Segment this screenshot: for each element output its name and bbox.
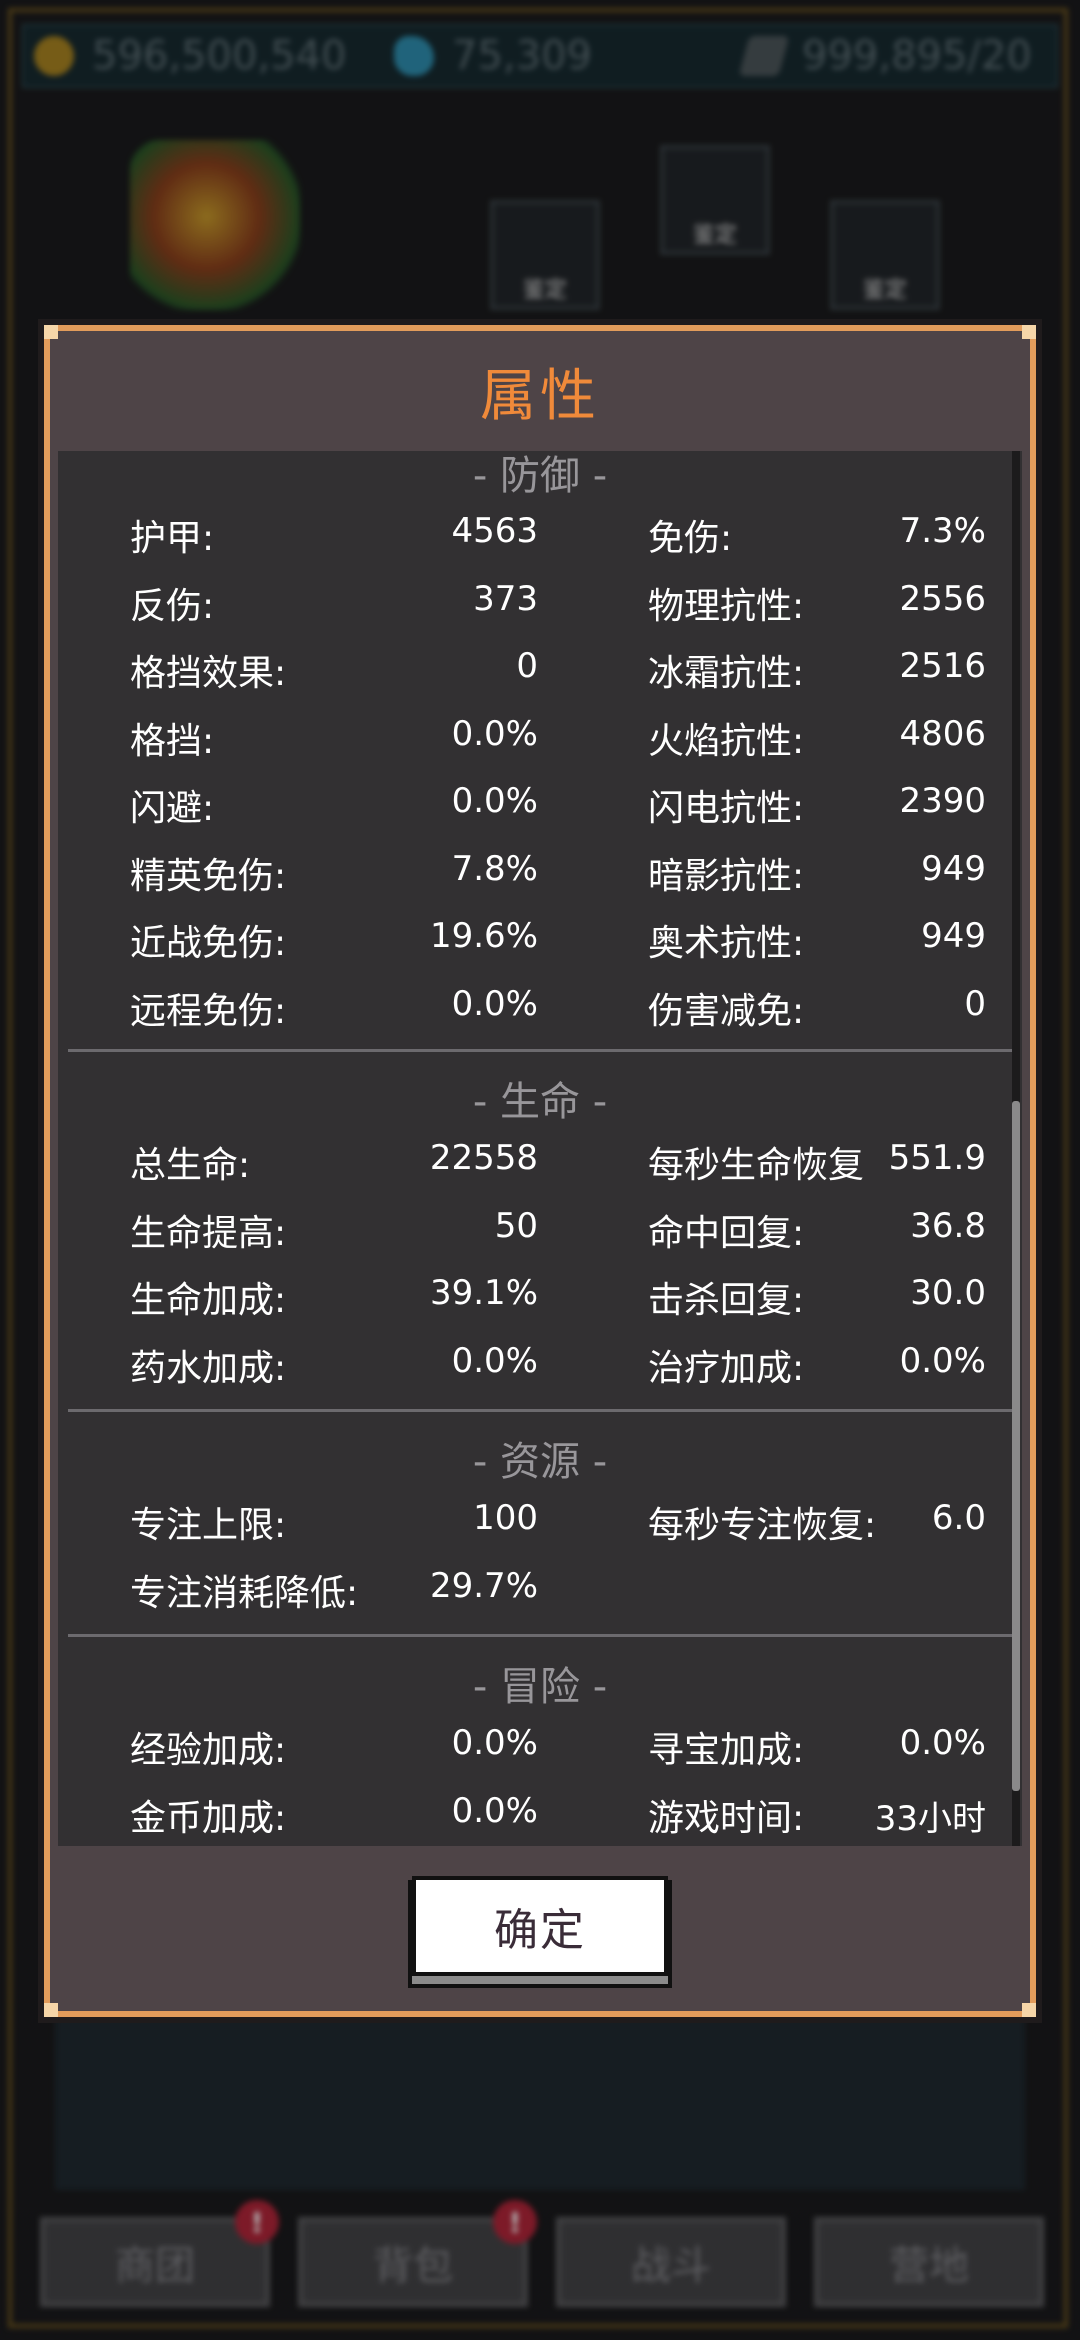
stat-value: 7.3% <box>899 511 986 551</box>
stat-value: 0.0% <box>451 781 538 821</box>
scrollbar-track[interactable] <box>1012 451 1020 1846</box>
stat-label: 治疗加成: <box>648 1347 805 1389</box>
stat-label: 经验加成: <box>130 1730 287 1771</box>
stat-value: 0 <box>516 646 538 686</box>
stat-value: 0.0% <box>451 1723 538 1763</box>
stat-label: 火焰抗性: <box>648 720 805 762</box>
section-divider <box>68 1634 1012 1637</box>
stat-label: 近战免伤: <box>130 923 287 964</box>
stat-value: 6.0 <box>931 1498 986 1538</box>
stat-value: 36.8 <box>910 1205 986 1246</box>
stat-value: 33小时 <box>874 1798 986 1839</box>
section-header-resource: - 资源 - <box>472 1439 608 1485</box>
stat-value: 0.0% <box>899 1340 986 1381</box>
section-header-life: - 生命 - <box>472 1079 608 1125</box>
stat-label: 闪电抗性: <box>648 788 805 829</box>
confirm-button[interactable]: 确定 <box>412 1876 668 1976</box>
stat-label: 免伤: <box>648 518 733 559</box>
stat-label: 击杀回复: <box>648 1280 805 1321</box>
stat-label: 金币加成: <box>130 1797 287 1839</box>
stat-label: 物理抗性: <box>648 585 805 627</box>
stat-label: 生命加成: <box>130 1280 287 1321</box>
stat-label: 格挡: <box>130 720 215 762</box>
stat-value: 2556 <box>899 578 986 619</box>
stat-label: 闪避: <box>130 788 215 829</box>
stat-label: 专注消耗降低: <box>130 1572 359 1614</box>
stat-value: 949 <box>921 848 986 889</box>
stat-value: 0.0% <box>451 1790 538 1831</box>
stat-label: 暗影抗性: <box>648 855 805 897</box>
stat-label: 精英免伤: <box>130 855 287 897</box>
stat-value: 373 <box>473 578 538 619</box>
stat-label: 冰霜抗性: <box>648 653 805 694</box>
stat-label: 总生命: <box>130 1145 251 1186</box>
stat-label: 药水加成: <box>130 1347 287 1389</box>
stat-label: 生命提高: <box>130 1212 287 1254</box>
stat-label: 寻宝加成: <box>648 1730 805 1771</box>
stat-value: 2390 <box>899 781 986 821</box>
stat-value: 0.0% <box>451 713 538 754</box>
stat-value: 19.6% <box>429 916 538 956</box>
scrollbar-thumb[interactable] <box>1012 1101 1020 1791</box>
stat-label: 命中回复: <box>648 1212 805 1254</box>
stat-value: 2516 <box>899 646 986 686</box>
stat-value: 22558 <box>429 1138 538 1178</box>
stat-value: 0.0% <box>451 983 538 1024</box>
stat-label: 每秒生命恢复 <box>648 1145 865 1186</box>
stat-value: 30.0 <box>910 1273 986 1313</box>
stat-value: 100 <box>473 1498 538 1538</box>
dialog-corner <box>44 2003 58 2017</box>
attributes-scroll-list[interactable]: - 防御 - 护甲: 4563 免伤: 7.3% 反伤: 373 物理抗性: 2556 格挡效果… <box>58 451 1022 1846</box>
stat-label: 伤害减免: <box>648 990 805 1032</box>
stat-label: 游戏时间: <box>648 1797 805 1839</box>
stat-value: 39.1% <box>429 1273 538 1313</box>
stat-value: 0 <box>964 983 986 1024</box>
stat-value: 7.8% <box>451 848 538 889</box>
stat-label: 反伤: <box>130 585 215 627</box>
attributes-dialog: 属性 - 防御 - 护甲: 4563 免伤: 7.3% 反伤: 373 物理抗性: 2556 格… <box>44 325 1036 2017</box>
section-divider <box>68 1409 1012 1412</box>
stat-value: 0.0% <box>899 1723 986 1763</box>
stat-value: 551.9 <box>888 1138 986 1178</box>
stat-value: 29.7% <box>429 1565 538 1606</box>
stat-label: 格挡效果: <box>130 653 287 694</box>
stat-label: 专注上限: <box>130 1505 287 1546</box>
stat-label: 奥术抗性: <box>648 923 805 964</box>
stat-value: 949 <box>921 916 986 956</box>
stat-label: 远程免伤: <box>130 990 287 1032</box>
stat-value: 4563 <box>451 511 538 551</box>
section-header-defense: - 防御 - <box>472 453 608 499</box>
stat-label: 每秒专注恢复: <box>648 1505 877 1546</box>
stat-label: 护甲: <box>130 518 215 559</box>
section-header-adventure: - 冒险 - <box>472 1664 608 1710</box>
dialog-corner <box>1022 2003 1036 2017</box>
dialog-title: 属性 <box>480 363 600 429</box>
stat-value: 4806 <box>899 713 986 754</box>
stat-value: 0.0% <box>451 1340 538 1381</box>
stat-value: 50 <box>494 1205 538 1246</box>
section-divider <box>68 1049 1012 1052</box>
